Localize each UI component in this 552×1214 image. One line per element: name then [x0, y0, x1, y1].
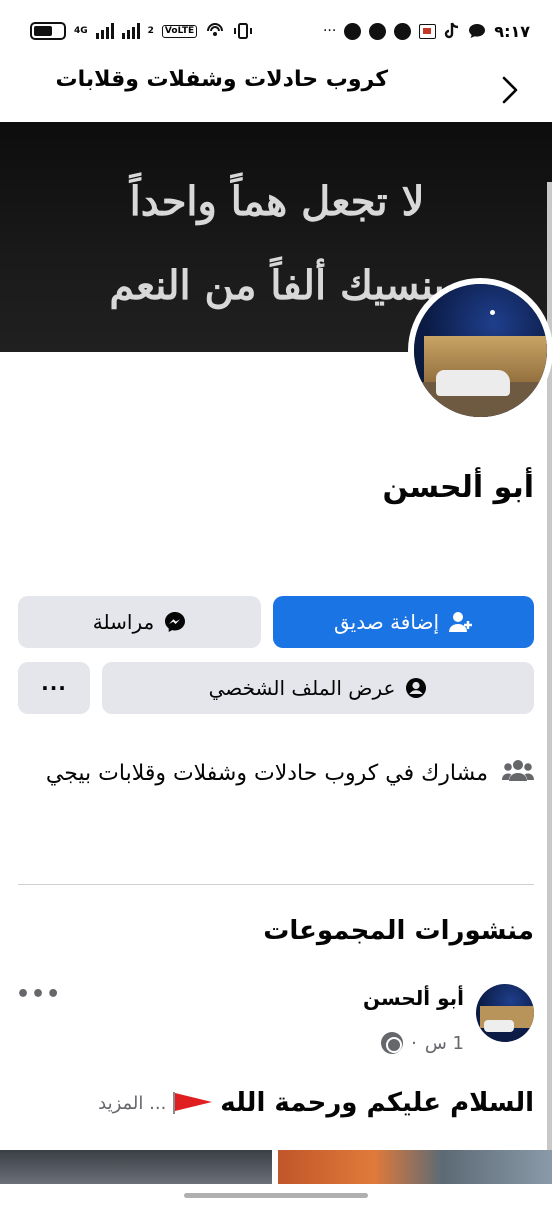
group-icon	[502, 760, 534, 781]
user-circle-icon	[406, 678, 427, 698]
chevron-right-icon	[502, 76, 518, 104]
see-more-link[interactable]: ... المزيد	[98, 1093, 166, 1114]
tiktok-icon	[445, 22, 459, 39]
facebook-icon	[344, 22, 362, 40]
cover-line-2: ينسيك ألفاً من النعم	[109, 262, 445, 309]
group-posts-heading: منشورات المجموعات	[263, 916, 534, 946]
post-image-2[interactable]	[278, 1150, 552, 1184]
signal-icon	[95, 23, 114, 39]
status-bar-left: 4G 2 VoLTE	[30, 22, 253, 40]
cover-photo-text: لا تجعل هماً واحداً ينسيك ألفاً من النعم	[97, 160, 457, 328]
network-type-label: 4G	[74, 25, 88, 36]
post-author-avatar[interactable]	[476, 984, 534, 1042]
post-author-name[interactable]: أبو ألحسن	[363, 986, 464, 1010]
add-friend-icon	[449, 612, 472, 632]
status-bar-right: ··· ٩:١٧	[323, 22, 530, 41]
status-bar: 4G 2 VoLTE ··· ٩:١٧	[0, 0, 552, 62]
cover-line-1: لا تجعل هماً واحداً	[129, 178, 425, 225]
post-menu-button[interactable]: •••	[16, 982, 61, 1007]
group-membership-info: مشارك في كروب حادلات وشفلات وقلابات بيجي	[18, 752, 534, 796]
view-profile-label: عرض الملف الشخصي	[208, 676, 396, 700]
profile-name: أبو ألحسن	[382, 470, 535, 505]
clock: ٩:١٧	[494, 21, 530, 41]
gesture-navigation-bar[interactable]	[184, 1193, 368, 1198]
vibrate-icon	[234, 23, 253, 39]
sim2-label: 2	[147, 25, 154, 36]
profile-avatar[interactable]	[408, 278, 552, 423]
more-options-button[interactable]: ···	[18, 662, 90, 714]
view-profile-button[interactable]: عرض الملف الشخصي	[102, 662, 534, 714]
add-friend-label: إضافة صديق	[334, 610, 439, 634]
photo-notification-icon	[419, 23, 437, 39]
hotspot-icon	[207, 23, 224, 36]
volte-badge: VoLTE	[161, 24, 198, 38]
group-membership-text[interactable]: مشارك في كروب حادلات وشفلات وقلابات بيجي	[18, 752, 488, 796]
messenger-icon	[165, 612, 186, 632]
battery-icon	[30, 22, 66, 40]
signal-sim2-icon	[121, 23, 140, 39]
globe-icon	[381, 1032, 404, 1054]
red-flag-icon	[173, 1092, 213, 1114]
whatsapp-icon	[394, 22, 412, 40]
more-options-icon: ···	[41, 676, 67, 700]
messenger-icon	[369, 22, 387, 40]
post-text-main: السلام عليكم ورحمة الله	[220, 1088, 534, 1118]
header-title: كروب حادلات وشفلات وقلابات	[55, 67, 388, 92]
message-button[interactable]: مراسلة	[18, 596, 261, 648]
post-meta: 1 س ·	[381, 1032, 464, 1054]
post-image-1[interactable]	[0, 1150, 272, 1184]
post-time[interactable]: 1 س	[425, 1033, 464, 1054]
top-header: كروب حادلات وشفلات وقلابات	[0, 62, 552, 120]
chat-bubble-icon	[469, 24, 486, 38]
add-friend-button[interactable]: إضافة صديق	[273, 596, 534, 648]
message-label: مراسلة	[92, 610, 155, 634]
divider	[18, 884, 534, 885]
post-text[interactable]: السلام عليكم ورحمة الله ... المزيد	[98, 1088, 534, 1118]
back-button[interactable]	[496, 74, 524, 106]
meta-separator: ·	[411, 1032, 417, 1054]
more-notifications-icon: ···	[322, 23, 337, 39]
